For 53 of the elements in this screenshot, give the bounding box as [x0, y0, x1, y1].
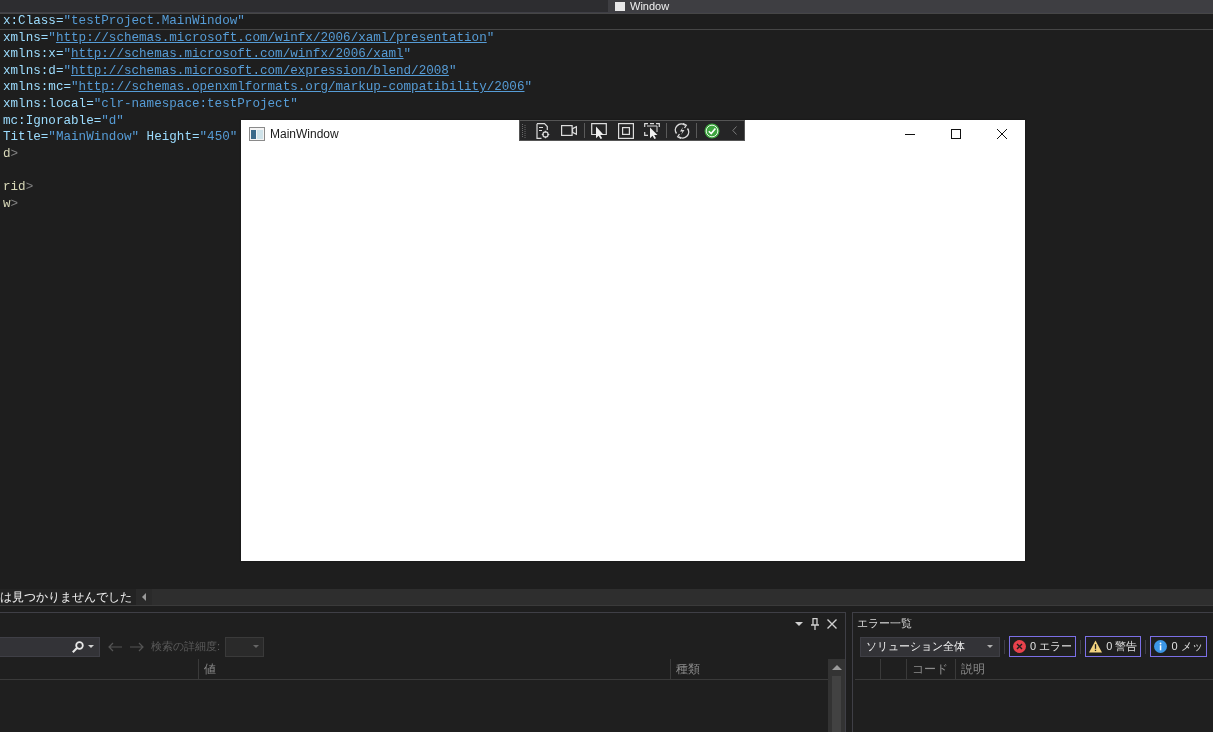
window-icon: [249, 127, 265, 141]
minimize-icon: [905, 133, 915, 135]
left-triangle-icon: [142, 593, 146, 601]
code-line: mc:Ignorable="d": [3, 113, 124, 129]
code-line: xmlns:x="http://schemas.microsoft.com/winfx/2006/xaml": [3, 47, 412, 62]
horizontal-scrollbar[interactable]: [152, 589, 1213, 605]
column-header[interactable]: 説明: [961, 660, 985, 678]
scope-dropdown[interactable]: ソリューション全体: [860, 636, 1000, 657]
chevron-left-icon[interactable]: [732, 126, 737, 135]
code-line: xmlns:d="http://schemas.microsoft.com/expression/blend/2008": [3, 63, 457, 79]
document-tab[interactable]: Window: [608, 0, 1213, 12]
warning-icon: [1089, 640, 1103, 653]
filter-button[interactable]: 0 エラー: [1009, 636, 1077, 657]
document-icon: [615, 1, 625, 11]
column-header[interactable]: コード: [912, 660, 948, 678]
pin-icon[interactable]: [811, 617, 819, 630]
code-line: w>: [3, 196, 19, 212]
window-title: MainWindow: [270, 127, 339, 141]
column-header[interactable]: 値: [204, 660, 216, 678]
nested-square-icon[interactable]: [618, 122, 634, 139]
code-line: xmlns="http://schemas.microsoft.com/winfx/2006/xaml/presentation": [3, 30, 495, 46]
dropdown-arrow-icon[interactable]: [795, 621, 803, 626]
error-icon: [1013, 640, 1026, 653]
column-header[interactable]: 種類: [676, 660, 700, 678]
status-message: は見つかりませんでした: [0, 589, 132, 605]
vertical-scrollbar[interactable]: [828, 659, 845, 732]
document-crosshair-icon[interactable]: [534, 122, 550, 139]
maximize-icon: [951, 129, 961, 139]
up-triangle-icon[interactable]: [831, 665, 842, 670]
caret-icon: [88, 645, 94, 648]
close-icon: [997, 129, 1007, 139]
cursor-dashed-frame-icon[interactable]: [644, 122, 660, 139]
scroll-left-button[interactable]: [136, 589, 152, 605]
code-line: d>: [3, 146, 19, 162]
cursor-frame-icon[interactable]: [591, 122, 607, 139]
code-line: xmlns:local="clr-namespace:testProject": [3, 96, 298, 112]
caret-icon: [987, 645, 993, 648]
refresh-bolt-icon[interactable]: [674, 122, 690, 139]
code-line: x:Class="testProject.MainWindow": [3, 14, 245, 29]
info-icon: [1154, 640, 1168, 653]
code-line: Title="MainWindow" Height="450": [3, 130, 238, 145]
panel-title: エラー一覧: [857, 616, 912, 631]
search-field[interactable]: [0, 636, 100, 657]
caret-icon: [253, 645, 260, 648]
check-circle-icon[interactable]: [704, 122, 720, 139]
search-icon: [72, 640, 84, 653]
close-icon[interactable]: [827, 618, 837, 629]
filter-button[interactable]: 0 警告: [1085, 636, 1142, 657]
video-camera-icon[interactable]: [561, 125, 577, 136]
code-line: rid>: [3, 179, 34, 195]
filter-button[interactable]: 0 メッ: [1150, 636, 1207, 657]
code-line: xmlns:mc="http://schemas.openxmlformats.org/markup-compatibility/2006": [3, 80, 533, 95]
grip-icon[interactable]: [522, 122, 526, 139]
